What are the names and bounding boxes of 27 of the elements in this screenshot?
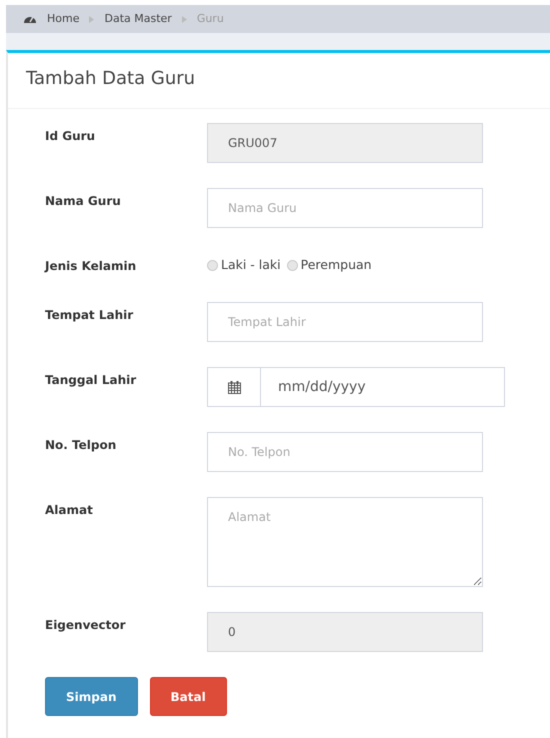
breadcrumb-current: Guru <box>196 10 224 27</box>
date-field[interactable]: mm/dd/yyyy <box>261 367 505 407</box>
radio-option[interactable]: Laki - laki <box>207 256 281 274</box>
field-label: Alamat <box>45 502 94 519</box>
field-label: Tempat Lahir <box>45 307 134 324</box>
radio-option[interactable]: Perempuan <box>286 256 372 274</box>
breadcrumb-link[interactable]: Data Master <box>104 10 172 28</box>
text-field[interactable]: Nama Guru <box>207 188 483 228</box>
separator-icon <box>89 16 94 22</box>
dashboard-icon <box>23 14 37 24</box>
radio-button[interactable] <box>286 260 298 270</box>
field-label: Id Guru <box>45 128 96 145</box>
field-label: Nama Guru <box>45 193 122 210</box>
text-field[interactable]: Tempat Lahir <box>207 302 483 342</box>
separator-icon <box>182 16 187 22</box>
address-field[interactable]: Alamat <box>207 497 483 587</box>
field-label: Jenis Kelamin <box>45 258 138 275</box>
cancel-button[interactable]: Batal <box>150 677 227 716</box>
calendar-icon <box>228 380 240 394</box>
field-label: No. Telpon <box>45 437 118 454</box>
breadcrumb-link[interactable]: Home <box>47 10 80 28</box>
text-field[interactable]: No. Telpon <box>207 432 483 472</box>
form-title: Tambah Data Guru <box>8 53 550 109</box>
field-label: Tanggal Lahir <box>45 372 138 389</box>
field-label: Eigenvector <box>45 617 127 634</box>
radio-button[interactable] <box>207 260 218 270</box>
save-button[interactable]: Simpan <box>45 677 138 716</box>
